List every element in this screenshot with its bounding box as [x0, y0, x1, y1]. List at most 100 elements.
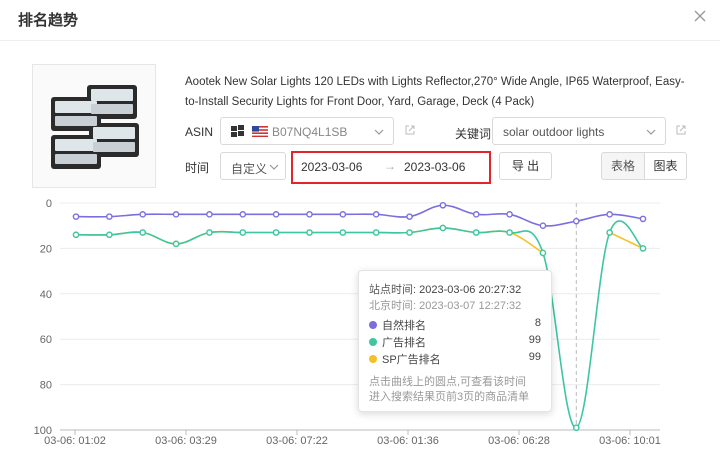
- data-point: [306, 229, 313, 236]
- tooltip-hint-1: 点击曲线上的圆点,可查看该时间: [369, 376, 527, 388]
- asin-select[interactable]: B07NQ4L1SB: [220, 117, 394, 145]
- series-line: [609, 231, 644, 250]
- data-point: [439, 224, 447, 232]
- tooltip-series-value: 99: [528, 334, 541, 346]
- data-point: [339, 229, 347, 236]
- chevron-down-icon: [374, 129, 384, 135]
- data-point: [139, 211, 147, 218]
- date-arrow: →: [384, 159, 396, 173]
- data-point: [406, 229, 413, 236]
- view-chart-button[interactable]: 图表: [644, 152, 687, 180]
- us-flag-icon: [252, 126, 268, 137]
- data-point: [606, 229, 613, 236]
- data-point: [206, 229, 213, 236]
- time-mode-select[interactable]: 自定义: [220, 152, 286, 180]
- y-tick-label: 60: [40, 334, 52, 346]
- x-tick-label: 03-06: 01:36: [377, 435, 439, 447]
- asin-value: B07NQ4L1SB: [272, 125, 348, 139]
- x-tick-label: 03-06: 06:28: [488, 435, 550, 447]
- data-point: [506, 211, 513, 218]
- export-button[interactable]: 导 出: [499, 152, 552, 180]
- data-point: [439, 201, 447, 209]
- asin-label: ASIN: [185, 125, 214, 139]
- data-point: [439, 224, 447, 232]
- data-point: [272, 229, 280, 236]
- data-point: [606, 229, 613, 236]
- time-label: 时间: [185, 161, 210, 175]
- x-tick-label: 03-06: 10:01: [599, 435, 661, 447]
- keyword-label: 关键词: [455, 127, 492, 141]
- data-point: [639, 215, 647, 223]
- data-point: [239, 229, 247, 236]
- tooltip-site-time: 站点时间: 2023-03-06 20:27:32: [369, 281, 521, 297]
- data-point: [472, 229, 480, 236]
- data-point: [639, 245, 647, 252]
- time-mode-value: 自定义: [231, 162, 268, 176]
- data-point: [306, 211, 313, 218]
- y-tick-label: 80: [40, 380, 52, 392]
- date-start[interactable]: 2023-03-06: [301, 160, 362, 174]
- data-point: [172, 240, 180, 248]
- product-thumb-icon: [231, 125, 244, 137]
- data-point: [572, 424, 580, 432]
- data-point: [472, 211, 480, 218]
- x-tick-label: 03-06: 07:22: [266, 435, 328, 447]
- data-point: [72, 213, 80, 220]
- dialog-title: 排名趋势: [18, 12, 79, 29]
- tooltip-series-row: 广告排名 99: [369, 334, 541, 350]
- data-point: [139, 229, 147, 236]
- data-point: [539, 249, 547, 257]
- tooltip-beijing-time: 北京时间: 2023-03-07 12:27:32: [369, 297, 521, 313]
- y-tick-label: 100: [34, 425, 52, 437]
- data-point: [239, 229, 247, 236]
- chevron-down-icon: [646, 129, 656, 135]
- series-line: [75, 227, 544, 254]
- data-point: [172, 211, 180, 218]
- beijing-time-value: 2023-03-07 12:27:32: [419, 300, 522, 312]
- x-tick-label: 03-06: 01:02: [44, 435, 106, 447]
- tooltip-series-name: SP广告排名: [382, 354, 441, 366]
- data-point: [106, 213, 113, 220]
- data-point: [72, 231, 80, 239]
- data-point: [406, 229, 413, 236]
- data-point: [372, 211, 380, 218]
- view-table-button[interactable]: 表格: [601, 152, 645, 180]
- external-link-icon[interactable]: [404, 124, 416, 136]
- close-icon[interactable]: [692, 8, 708, 24]
- tooltip-series-row: 自然排名 8: [369, 317, 541, 333]
- data-point: [572, 217, 580, 225]
- tooltip-series-value: 99: [528, 351, 541, 363]
- series-dot-icon: [369, 355, 377, 363]
- external-link-icon[interactable]: [675, 124, 687, 136]
- data-point: [306, 229, 313, 236]
- data-point: [272, 229, 280, 236]
- data-point: [539, 249, 547, 257]
- y-tick-label: 40: [40, 289, 52, 301]
- keyword-select[interactable]: solar outdoor lights: [492, 117, 666, 145]
- data-point: [72, 231, 80, 239]
- data-point: [506, 229, 513, 236]
- series-line: [75, 204, 644, 227]
- keyword-value: solar outdoor lights: [503, 125, 605, 139]
- data-point: [539, 222, 547, 229]
- data-point: [472, 229, 480, 236]
- site-time-label: 站点时间:: [369, 284, 417, 296]
- y-tick-label: 0: [46, 198, 52, 210]
- date-range-picker[interactable]: 2023-03-06 → 2023-03-06: [291, 151, 491, 184]
- series-dot-icon: [369, 321, 377, 329]
- data-point: [372, 229, 380, 236]
- tooltip-series-name: 广告排名: [382, 337, 426, 349]
- data-point: [639, 245, 647, 252]
- site-time-value: 2023-03-06 20:27:32: [419, 284, 522, 296]
- date-end[interactable]: 2023-03-06: [404, 160, 465, 174]
- data-point: [372, 229, 380, 236]
- y-tick-label: 20: [40, 243, 52, 255]
- tooltip-series-row: SP广告排名 99: [369, 351, 541, 367]
- data-point: [139, 229, 147, 236]
- data-point: [506, 229, 513, 236]
- product-title[interactable]: Aootek New Solar Lights 120 LEDs with Li…: [185, 72, 690, 112]
- data-point: [106, 231, 113, 239]
- x-tick-label: 03-06: 03:29: [155, 435, 217, 447]
- data-point: [606, 211, 613, 218]
- data-point: [339, 211, 347, 218]
